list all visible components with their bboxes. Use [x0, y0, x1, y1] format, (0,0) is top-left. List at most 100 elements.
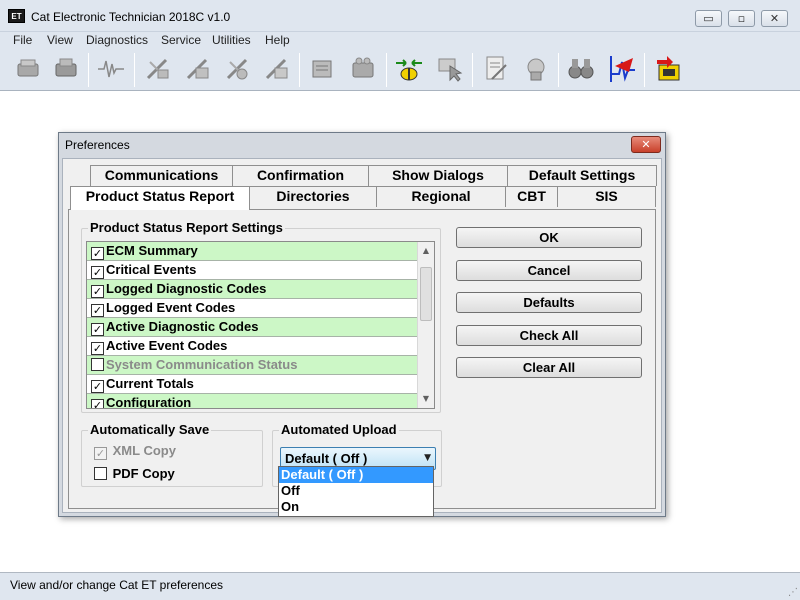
- settings-list-item[interactable]: System Communication Status: [87, 356, 417, 375]
- app-logo-icon: ET: [8, 9, 25, 23]
- auto-upload-dropdown: Default ( Off ) Off On: [278, 466, 434, 517]
- title-bar: ET Cat Electronic Technician 2018C v1.0 …: [0, 0, 800, 32]
- ok-button[interactable]: OK: [456, 227, 642, 248]
- settings-item-label: ECM Summary: [106, 243, 198, 258]
- settings-item-label: Active Event Codes: [106, 338, 228, 353]
- toolbar-separator: [134, 53, 135, 87]
- menu-service[interactable]: Service: [161, 33, 201, 47]
- tab-product-status-report[interactable]: Product Status Report: [70, 186, 250, 210]
- settings-item-checkbox[interactable]: ✓: [91, 285, 104, 298]
- ecm-summary-icon[interactable]: [13, 54, 43, 84]
- minimize-button[interactable]: ▭: [695, 10, 722, 27]
- dialog-body: Communications Confirmation Show Dialogs…: [62, 158, 662, 513]
- settings-item-checkbox[interactable]: ✓: [91, 342, 104, 355]
- settings-item-label: Active Diagnostic Codes: [106, 319, 259, 334]
- settings-item-checkbox[interactable]: ✓: [91, 323, 104, 336]
- tab-default-settings[interactable]: Default Settings: [507, 165, 657, 186]
- active-events-icon[interactable]: [223, 54, 253, 84]
- close-button[interactable]: ✕: [761, 10, 788, 27]
- menu-help[interactable]: Help: [265, 33, 290, 47]
- waveform-icon[interactable]: [96, 54, 126, 84]
- settings-list-item[interactable]: ✓ Current Totals: [87, 375, 417, 394]
- dialog-title: Preferences: [65, 138, 130, 152]
- settings-list-item[interactable]: ✓ Configuration: [87, 394, 417, 409]
- pdf-copy-checkbox[interactable]: [94, 467, 107, 480]
- settings-item-checkbox[interactable]: ✓: [91, 266, 104, 279]
- tab-show-dialogs[interactable]: Show Dialogs: [368, 165, 508, 186]
- settings-item-label: Current Totals: [106, 376, 194, 391]
- settings-list-item[interactable]: ✓ ECM Summary: [87, 242, 417, 261]
- toolbar-separator: [88, 53, 89, 87]
- settings-item-label: Critical Events: [106, 262, 197, 277]
- menu-bar: File View Diagnostics Service Utilities …: [0, 32, 800, 49]
- resize-grip-icon[interactable]: ⋰: [788, 587, 798, 598]
- settings-item-label: Logged Event Codes: [106, 300, 236, 315]
- logged-events-icon[interactable]: [262, 54, 292, 84]
- settings-list-item[interactable]: ✓ Active Event Codes: [87, 337, 417, 356]
- winflash-icon[interactable]: [653, 54, 683, 84]
- toolbar-separator: [644, 53, 645, 87]
- status-bar: View and/or change Cat ET preferences ⋰: [0, 572, 800, 600]
- settings-item-checkbox[interactable]: ✓: [91, 399, 104, 408]
- tab-confirmation[interactable]: Confirmation: [232, 165, 369, 186]
- configuration-icon[interactable]: [308, 54, 338, 84]
- xml-copy-option: ✓ XML Copy: [90, 443, 176, 460]
- auto-save-groupbox: Automatically Save ✓ XML Copy PDF Copy: [81, 422, 263, 487]
- logged-codes-icon[interactable]: [183, 54, 213, 84]
- tab-cbt[interactable]: CBT: [505, 186, 558, 207]
- flash-program-icon[interactable]: [607, 54, 637, 84]
- report-icon[interactable]: [481, 54, 511, 84]
- menu-diagnostics[interactable]: Diagnostics: [86, 33, 148, 47]
- check-all-button[interactable]: Check All: [456, 325, 642, 346]
- tab-directories[interactable]: Directories: [249, 186, 377, 207]
- pdf-copy-option[interactable]: PDF Copy: [90, 466, 175, 481]
- settings-item-checkbox[interactable]: ✓: [91, 247, 104, 260]
- toolbar-separator: [558, 53, 559, 87]
- upload-icon[interactable]: [521, 54, 551, 84]
- scroll-down-icon[interactable]: ▼: [418, 391, 434, 407]
- cancel-button[interactable]: Cancel: [456, 260, 642, 281]
- auto-upload-selected-value: Default ( Off ): [285, 451, 368, 466]
- dropdown-option[interactable]: Off: [279, 483, 433, 499]
- status-text: View and/or change Cat ET preferences: [10, 578, 224, 592]
- menu-utilities[interactable]: Utilities: [212, 33, 251, 47]
- dropdown-option[interactable]: Default ( Off ): [279, 467, 433, 483]
- clear-all-button[interactable]: Clear All: [456, 357, 642, 378]
- settings-list-item[interactable]: ✓ Critical Events: [87, 261, 417, 280]
- maximize-button[interactable]: ▫: [728, 10, 755, 27]
- toolbar-separator: [472, 53, 473, 87]
- settings-scrollbar[interactable]: ▲ ▼: [417, 242, 434, 408]
- settings-list-item[interactable]: ✓ Logged Diagnostic Codes: [87, 280, 417, 299]
- auto-save-title: Automatically Save: [88, 422, 212, 437]
- status-tool-icon[interactable]: [51, 54, 81, 84]
- menu-view[interactable]: View: [47, 33, 73, 47]
- window-title: Cat Electronic Technician 2018C v1.0: [31, 10, 231, 24]
- toolbar: [0, 49, 800, 91]
- menu-file[interactable]: File: [13, 33, 32, 47]
- scroll-up-icon[interactable]: ▲: [418, 243, 434, 259]
- tab-panel-product-status-report: Product Status Report Settings ✓ ECM Summ…: [68, 209, 656, 509]
- settings-list-item[interactable]: ✓ Active Diagnostic Codes: [87, 318, 417, 337]
- tab-sis[interactable]: SIS: [557, 186, 656, 207]
- tab-regional[interactable]: Regional: [376, 186, 506, 207]
- xml-copy-checkbox: ✓: [94, 447, 107, 460]
- scroll-thumb[interactable]: [420, 267, 432, 321]
- toolbar-separator: [386, 53, 387, 87]
- settings-list-item[interactable]: ✓ Logged Event Codes: [87, 299, 417, 318]
- settings-item-checkbox[interactable]: [91, 358, 104, 371]
- dropdown-option[interactable]: On: [279, 499, 433, 515]
- settings-item-label: Configuration: [106, 395, 192, 409]
- dialog-close-button[interactable]: ✕: [631, 136, 661, 153]
- pdf-copy-label: PDF Copy: [112, 466, 175, 481]
- binoculars-icon[interactable]: [566, 54, 596, 84]
- settings-item-checkbox[interactable]: ✓: [91, 304, 104, 317]
- connect-icon[interactable]: [394, 54, 424, 84]
- settings-item-checkbox[interactable]: ✓: [91, 380, 104, 393]
- calibration-icon[interactable]: [348, 54, 378, 84]
- defaults-button[interactable]: Defaults: [456, 292, 642, 313]
- active-codes-icon[interactable]: [143, 54, 173, 84]
- inspect-icon[interactable]: [435, 54, 465, 84]
- settings-group-title: Product Status Report Settings: [88, 220, 285, 235]
- auto-upload-title: Automated Upload: [279, 422, 399, 437]
- tab-communications[interactable]: Communications: [90, 165, 233, 186]
